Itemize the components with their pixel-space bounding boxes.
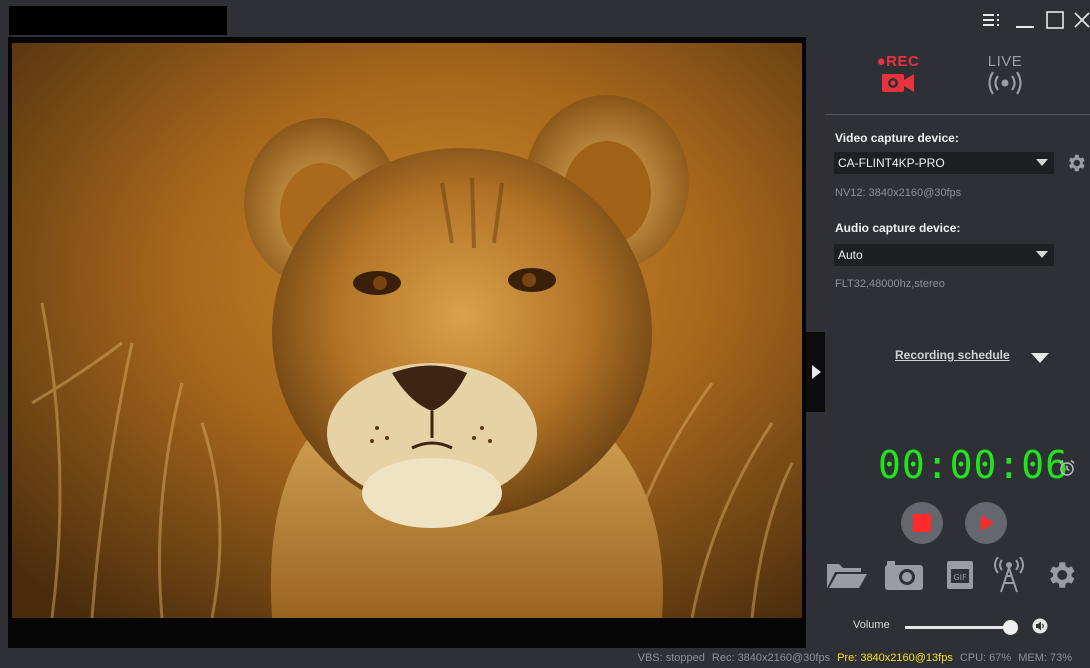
schedule-expand-chevron-icon[interactable]	[1031, 353, 1049, 363]
gear-icon[interactable]	[1040, 557, 1082, 593]
stop-icon	[913, 514, 931, 532]
svg-text:GIF: GIF	[953, 573, 967, 582]
maximize-icon[interactable]	[1043, 6, 1067, 34]
audio-device-label: Audio capture device:	[835, 221, 961, 235]
volume-slider-handle[interactable]	[1002, 620, 1018, 635]
rec-mode-label: ●REC	[876, 53, 920, 70]
video-preview	[8, 37, 806, 648]
panel-divider	[825, 114, 1090, 115]
recording-timer: 00:00:06	[878, 443, 1070, 487]
status-vbs: VBS: stopped	[637, 652, 705, 664]
volume-label: Volume	[853, 619, 890, 631]
preview-image-lion-cub	[12, 43, 802, 618]
chevron-down-icon	[1036, 251, 1048, 258]
antenna-icon[interactable]	[989, 557, 1029, 593]
video-camera-icon	[882, 74, 914, 92]
play-icon	[981, 515, 994, 531]
status-preview: Pre: 3840x2160@13fps	[837, 652, 953, 664]
volume-slider[interactable]	[905, 620, 1018, 635]
video-device-value: CA-FLINT4KP-PRO	[838, 156, 945, 170]
menu-icon[interactable]	[981, 6, 1003, 34]
play-button[interactable]	[965, 502, 1007, 544]
title-bar	[0, 0, 1090, 37]
audio-device-select[interactable]: Auto	[834, 244, 1054, 266]
video-device-settings-gear-icon[interactable]	[1065, 152, 1087, 174]
status-mem: MEM: 73%	[1018, 652, 1072, 664]
alarm-clock-icon[interactable]	[1058, 459, 1076, 482]
chevron-right-icon	[811, 365, 821, 379]
video-device-select[interactable]: CA-FLINT4KP-PRO	[834, 152, 1054, 174]
gif-icon[interactable]: GIF	[940, 557, 980, 593]
minimize-icon[interactable]	[1013, 6, 1037, 34]
live-mode-label: LIVE	[987, 53, 1023, 70]
app-window: ●REC LIVE Video capture device: CA-FLINT…	[0, 0, 1090, 668]
recording-schedule-link[interactable]: Recording schedule	[895, 348, 1010, 362]
status-cpu: CPU: 67%	[959, 652, 1012, 664]
control-panel: ●REC LIVE Video capture device: CA-FLINT…	[825, 37, 1090, 648]
camera-icon[interactable]	[882, 557, 926, 593]
close-icon[interactable]	[1072, 6, 1090, 34]
status-bar: VBS: stopped Rec: 3840x2160@30fps Pre: 3…	[0, 648, 1090, 668]
panel-toggle-handle[interactable]	[806, 332, 825, 412]
status-rec: Rec: 3840x2160@30fps	[711, 652, 831, 664]
chevron-down-icon	[1036, 159, 1048, 166]
audio-device-value: Auto	[838, 248, 863, 262]
speaker-icon[interactable]	[1032, 618, 1048, 634]
video-device-label: Video capture device:	[835, 131, 959, 145]
broadcast-icon	[988, 71, 1022, 95]
volume-fill	[905, 626, 1010, 629]
window-title	[9, 6, 227, 35]
video-format-text: NV12: 3840x2160@30fps	[835, 187, 962, 199]
live-mode-button[interactable]: LIVE	[970, 53, 1040, 109]
folder-icon[interactable]	[825, 557, 869, 593]
stop-record-button[interactable]	[901, 502, 943, 544]
rec-mode-button[interactable]: ●REC	[863, 53, 933, 109]
audio-format-text: FLT32,48000hz,stereo	[835, 278, 945, 290]
